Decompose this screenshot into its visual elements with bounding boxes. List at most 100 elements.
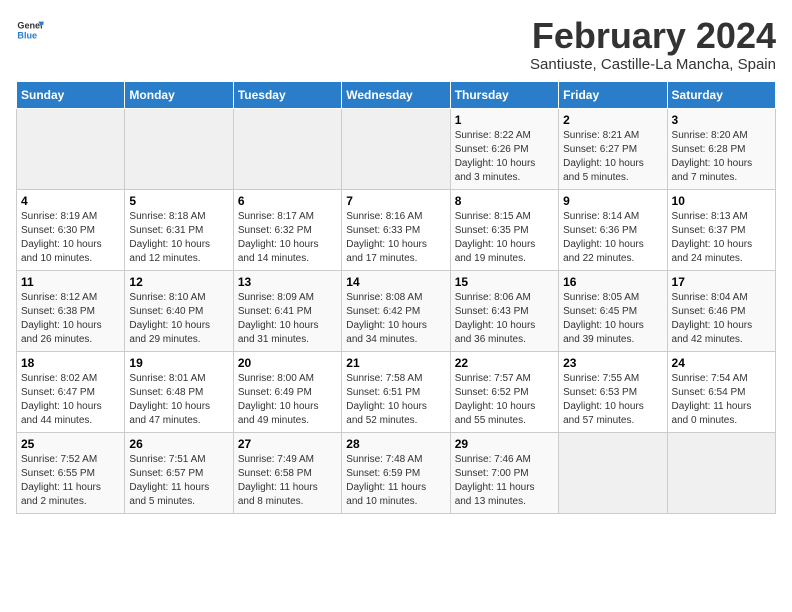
calendar-cell: 7 Sunrise: 8:16 AM Sunset: 6:33 PM Daylig… <box>342 189 450 270</box>
day-number: 28 <box>346 437 445 451</box>
day-number: 22 <box>455 356 554 370</box>
day-info: Sunrise: 8:05 AM Sunset: 6:45 PM Dayligh… <box>563 291 662 347</box>
day-number: 14 <box>346 275 445 289</box>
day-number: 5 <box>129 194 228 208</box>
day-info: Sunrise: 7:51 AM Sunset: 6:57 PM Dayligh… <box>129 453 228 509</box>
calendar-cell: 26 Sunrise: 7:51 AM Sunset: 6:57 PM Dayli… <box>125 432 233 513</box>
day-info: Sunrise: 8:20 AM Sunset: 6:28 PM Dayligh… <box>672 129 771 185</box>
title-area: February 2024 Santiuste, Castille-La Man… <box>530 16 776 73</box>
day-info: Sunrise: 7:54 AM Sunset: 6:54 PM Dayligh… <box>672 372 771 428</box>
day-info: Sunrise: 8:17 AM Sunset: 6:32 PM Dayligh… <box>238 210 337 266</box>
calendar-cell <box>233 108 341 189</box>
day-number: 13 <box>238 275 337 289</box>
day-info: Sunrise: 7:55 AM Sunset: 6:53 PM Dayligh… <box>563 372 662 428</box>
calendar-cell: 2 Sunrise: 8:21 AM Sunset: 6:27 PM Daylig… <box>559 108 667 189</box>
day-number: 6 <box>238 194 337 208</box>
day-number: 1 <box>455 113 554 127</box>
day-info: Sunrise: 8:04 AM Sunset: 6:46 PM Dayligh… <box>672 291 771 347</box>
day-number: 18 <box>21 356 120 370</box>
weekday-header: Thursday <box>450 81 558 108</box>
day-number: 11 <box>21 275 120 289</box>
logo: General Blue <box>16 16 44 44</box>
calendar-cell: 9Sunrise: 8:14 AM Sunset: 6:36 PM Daylig… <box>559 189 667 270</box>
logo-icon: General Blue <box>16 16 44 44</box>
day-info: Sunrise: 8:13 AM Sunset: 6:37 PM Dayligh… <box>672 210 771 266</box>
day-number: 8 <box>455 194 554 208</box>
calendar-cell: 15 Sunrise: 8:06 AM Sunset: 6:43 PM Dayli… <box>450 270 558 351</box>
calendar-week-row: 11 Sunrise: 8:12 AM Sunset: 6:38 PM Dayli… <box>17 270 776 351</box>
calendar-cell: 24 Sunrise: 7:54 AM Sunset: 6:54 PM Dayli… <box>667 351 775 432</box>
weekday-header: Saturday <box>667 81 775 108</box>
day-number: 2 <box>563 113 662 127</box>
calendar-cell: 28 Sunrise: 7:48 AM Sunset: 6:59 PM Dayli… <box>342 432 450 513</box>
calendar-cell <box>559 432 667 513</box>
day-info: Sunrise: 8:19 AM Sunset: 6:30 PM Dayligh… <box>21 210 120 266</box>
calendar-cell: 4 Sunrise: 8:19 AM Sunset: 6:30 PM Daylig… <box>17 189 125 270</box>
day-number: 4 <box>21 194 120 208</box>
calendar-week-row: 18 Sunrise: 8:02 AM Sunset: 6:47 PM Dayli… <box>17 351 776 432</box>
calendar-cell: 8 Sunrise: 8:15 AM Sunset: 6:35 PM Daylig… <box>450 189 558 270</box>
calendar-cell <box>17 108 125 189</box>
page-title: February 2024 <box>530 16 776 56</box>
calendar-cell: 5 Sunrise: 8:18 AM Sunset: 6:31 PM Daylig… <box>125 189 233 270</box>
calendar-cell: 6 Sunrise: 8:17 AM Sunset: 6:32 PM Daylig… <box>233 189 341 270</box>
day-info: Sunrise: 8:12 AM Sunset: 6:38 PM Dayligh… <box>21 291 120 347</box>
day-info: Sunrise: 8:10 AM Sunset: 6:40 PM Dayligh… <box>129 291 228 347</box>
day-number: 16 <box>563 275 662 289</box>
calendar-header-row: SundayMondayTuesdayWednesdayThursdayFrid… <box>17 81 776 108</box>
day-info: Sunrise: 7:52 AM Sunset: 6:55 PM Dayligh… <box>21 453 120 509</box>
calendar-cell: 17 Sunrise: 8:04 AM Sunset: 6:46 PM Dayli… <box>667 270 775 351</box>
calendar-cell: 3 Sunrise: 8:20 AM Sunset: 6:28 PM Daylig… <box>667 108 775 189</box>
day-number: 21 <box>346 356 445 370</box>
calendar-cell: 14 Sunrise: 8:08 AM Sunset: 6:42 PM Dayli… <box>342 270 450 351</box>
day-number: 10 <box>672 194 771 208</box>
weekday-header: Sunday <box>17 81 125 108</box>
page-subtitle: Santiuste, Castille-La Mancha, Spain <box>530 56 776 73</box>
calendar-cell: 21Sunrise: 7:58 AM Sunset: 6:51 PM Dayli… <box>342 351 450 432</box>
day-info: Sunrise: 7:57 AM Sunset: 6:52 PM Dayligh… <box>455 372 554 428</box>
day-number: 23 <box>563 356 662 370</box>
calendar-cell: 13Sunrise: 8:09 AM Sunset: 6:41 PM Dayli… <box>233 270 341 351</box>
calendar-cell: 11 Sunrise: 8:12 AM Sunset: 6:38 PM Dayli… <box>17 270 125 351</box>
calendar-cell: 29 Sunrise: 7:46 AM Sunset: 7:00 PM Dayli… <box>450 432 558 513</box>
day-number: 27 <box>238 437 337 451</box>
calendar-cell: 20Sunrise: 8:00 AM Sunset: 6:49 PM Dayli… <box>233 351 341 432</box>
calendar-cell: 19 Sunrise: 8:01 AM Sunset: 6:48 PM Dayli… <box>125 351 233 432</box>
calendar-cell: 18 Sunrise: 8:02 AM Sunset: 6:47 PM Dayli… <box>17 351 125 432</box>
day-info: Sunrise: 7:48 AM Sunset: 6:59 PM Dayligh… <box>346 453 445 509</box>
day-info: Sunrise: 8:06 AM Sunset: 6:43 PM Dayligh… <box>455 291 554 347</box>
day-number: 3 <box>672 113 771 127</box>
weekday-header: Monday <box>125 81 233 108</box>
day-number: 12 <box>129 275 228 289</box>
calendar-cell: 10 Sunrise: 8:13 AM Sunset: 6:37 PM Dayli… <box>667 189 775 270</box>
day-info: Sunrise: 8:21 AM Sunset: 6:27 PM Dayligh… <box>563 129 662 185</box>
day-info: Sunrise: 7:49 AM Sunset: 6:58 PM Dayligh… <box>238 453 337 509</box>
day-info: Sunrise: 8:16 AM Sunset: 6:33 PM Dayligh… <box>346 210 445 266</box>
page-header: General Blue February 2024 Santiuste, Ca… <box>16 16 776 73</box>
day-info: Sunrise: 8:15 AM Sunset: 6:35 PM Dayligh… <box>455 210 554 266</box>
calendar-week-row: 1Sunrise: 8:22 AM Sunset: 6:26 PM Daylig… <box>17 108 776 189</box>
calendar-body: 1Sunrise: 8:22 AM Sunset: 6:26 PM Daylig… <box>17 108 776 513</box>
day-number: 19 <box>129 356 228 370</box>
calendar-cell <box>125 108 233 189</box>
weekday-header: Wednesday <box>342 81 450 108</box>
day-info: Sunrise: 8:08 AM Sunset: 6:42 PM Dayligh… <box>346 291 445 347</box>
day-number: 24 <box>672 356 771 370</box>
calendar-week-row: 4 Sunrise: 8:19 AM Sunset: 6:30 PM Daylig… <box>17 189 776 270</box>
day-info: Sunrise: 8:14 AM Sunset: 6:36 PM Dayligh… <box>563 210 662 266</box>
calendar-table: SundayMondayTuesdayWednesdayThursdayFrid… <box>16 81 776 514</box>
calendar-cell <box>342 108 450 189</box>
calendar-cell: 25 Sunrise: 7:52 AM Sunset: 6:55 PM Dayli… <box>17 432 125 513</box>
day-number: 17 <box>672 275 771 289</box>
day-info: Sunrise: 8:02 AM Sunset: 6:47 PM Dayligh… <box>21 372 120 428</box>
day-info: Sunrise: 8:18 AM Sunset: 6:31 PM Dayligh… <box>129 210 228 266</box>
day-number: 26 <box>129 437 228 451</box>
svg-text:Blue: Blue <box>17 30 37 40</box>
day-number: 15 <box>455 275 554 289</box>
day-info: Sunrise: 8:01 AM Sunset: 6:48 PM Dayligh… <box>129 372 228 428</box>
day-number: 20 <box>238 356 337 370</box>
day-number: 7 <box>346 194 445 208</box>
day-number: 29 <box>455 437 554 451</box>
day-info: Sunrise: 7:46 AM Sunset: 7:00 PM Dayligh… <box>455 453 554 509</box>
day-number: 25 <box>21 437 120 451</box>
